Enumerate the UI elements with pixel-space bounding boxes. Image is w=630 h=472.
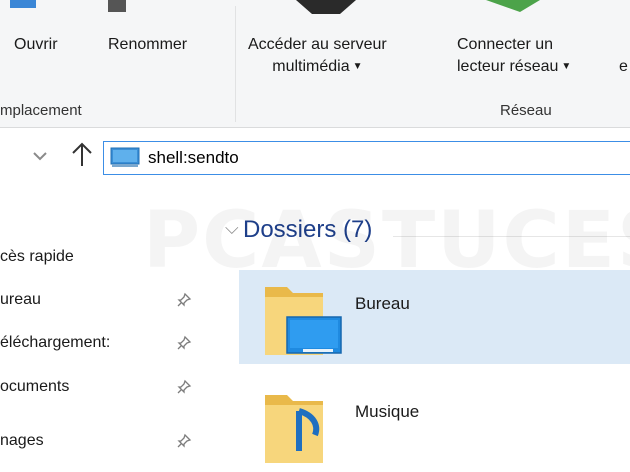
address-input[interactable]	[148, 146, 628, 170]
ribbon-group-location: Ouvrir Renommer mplacement	[0, 0, 235, 127]
nav-item-documents[interactable]: ocuments	[0, 370, 210, 404]
music-folder-icon	[265, 395, 323, 463]
nav-item-label: cès rapide	[0, 248, 74, 265]
open-button[interactable]: Ouvrir	[14, 34, 58, 56]
desktop-folder-icon	[265, 287, 342, 355]
map-drive-label-2-row: lecteur réseau ▼	[457, 56, 571, 78]
group-label-location: mplacement	[0, 102, 82, 119]
folder-name: Musique	[355, 402, 420, 421]
nav-item-label: ocuments	[0, 378, 70, 395]
recent-locations-chevron-icon[interactable]	[26, 142, 54, 170]
address-row	[0, 128, 630, 186]
nav-item-label: ureau	[0, 291, 41, 308]
watermark-logo: PCASTUCES	[143, 196, 630, 286]
media-server-label-2-row: multimédia ▼	[248, 56, 387, 78]
media-server-label-2: multimédia	[272, 58, 350, 75]
nav-item-bureau[interactable]: ureau	[0, 283, 210, 317]
ribbon-group-network: Accéder au serveur multimédia ▼ Connecter…	[236, 0, 630, 127]
dropdown-caret-icon: ▼	[352, 61, 363, 72]
ribbon: Ouvrir Renommer mplacement Accéder au se…	[0, 0, 630, 128]
address-bar[interactable]	[103, 141, 630, 175]
folder-item-musique[interactable]: Musique	[239, 378, 630, 472]
rename-label: Renommer	[108, 36, 188, 53]
folder-name: Bureau	[355, 294, 410, 313]
map-drive-label-2: lecteur réseau	[457, 58, 559, 75]
open-label: Ouvrir	[14, 36, 58, 53]
pin-icon	[177, 292, 192, 307]
nav-item-downloads[interactable]: éléchargement:	[0, 326, 210, 360]
media-server-button[interactable]: Accéder au serveur multimédia ▼	[248, 34, 387, 78]
map-drive-button[interactable]: Connecter un lecteur réseau ▼	[457, 34, 571, 78]
media-server-label-1: Accéder au serveur	[248, 36, 387, 53]
ribbon-next-button-truncated[interactable]: e	[619, 56, 628, 78]
up-arrow-icon[interactable]	[68, 140, 96, 170]
pin-icon	[177, 335, 192, 350]
rename-button[interactable]: Renommer	[108, 34, 187, 56]
group-label-network: Réseau	[500, 102, 552, 119]
pin-icon	[177, 379, 192, 394]
nav-item-label: nages	[0, 432, 44, 449]
pin-icon	[177, 433, 192, 448]
desktop-icon	[110, 147, 140, 167]
nav-item-images[interactable]: nages	[0, 424, 210, 458]
map-drive-label-1: Connecter un	[457, 36, 554, 53]
truncated-label: e	[619, 58, 628, 75]
nav-item-label: éléchargement:	[0, 334, 111, 351]
dropdown-caret-icon: ▼	[561, 61, 572, 72]
